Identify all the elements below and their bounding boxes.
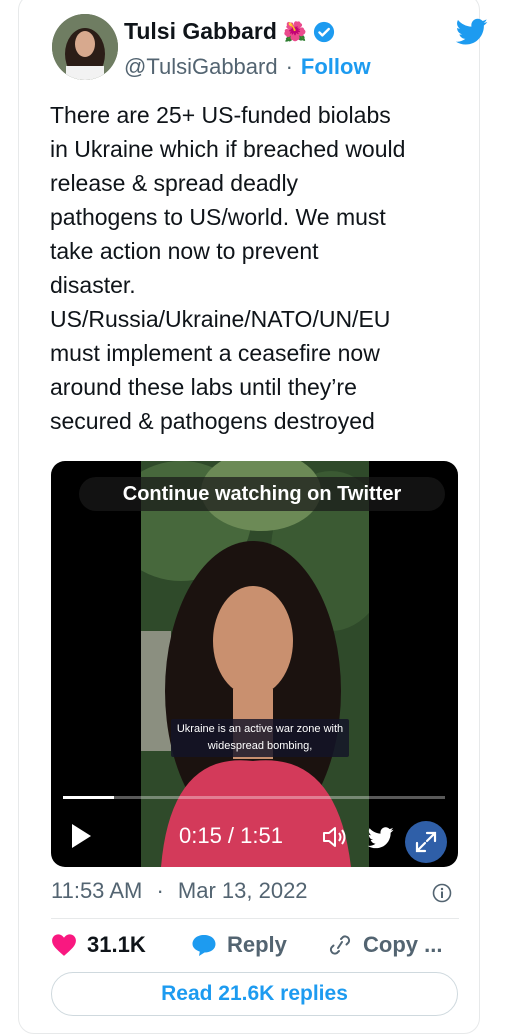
video-twitter-icon[interactable] [368, 827, 394, 849]
play-icon[interactable] [69, 823, 93, 849]
link-icon [329, 935, 351, 955]
expand-button[interactable] [405, 821, 447, 863]
reply-button[interactable]: Reply [191, 932, 287, 958]
tweet-actions: 31.1K Reply Copy ... [51, 932, 471, 964]
flower-emoji: 🌺 [282, 21, 307, 43]
tweet-timestamp[interactable]: 11:53 AM · Mar 13, 2022 [51, 878, 308, 904]
info-icon[interactable] [432, 883, 452, 903]
name-row: Tulsi Gabbard 🌺 [124, 18, 335, 45]
avatar[interactable] [52, 14, 118, 80]
author-handle[interactable]: @TulsiGabbard [124, 54, 278, 80]
twitter-bird-icon[interactable] [456, 18, 488, 46]
read-replies-button[interactable]: Read 21.6K replies [51, 972, 458, 1016]
like-count: 31.1K [87, 932, 146, 957]
copy-label: Copy ... [363, 932, 443, 957]
volume-icon[interactable] [321, 825, 347, 849]
video-progress-bar[interactable] [63, 796, 445, 799]
like-button[interactable]: 31.1K [51, 932, 146, 958]
verified-icon [313, 21, 334, 42]
expand-icon [415, 831, 437, 853]
continue-watching-banner[interactable]: Continue watching on Twitter [79, 477, 445, 511]
video-time: 0:15 / 1:51 [179, 823, 283, 848]
tweet-header: Tulsi Gabbard 🌺 @TulsiGabbard · Follow [0, 0, 508, 80]
author-name[interactable]: Tulsi Gabbard [124, 18, 277, 45]
tweet-date: Mar 13, 2022 [177, 878, 308, 903]
divider [51, 918, 459, 919]
video-caption: Ukraine is an active war zone with wides… [171, 719, 349, 757]
video-frame[interactable] [141, 461, 369, 867]
tweet-time: 11:53 AM [51, 878, 143, 903]
separator-dot: · [285, 54, 293, 79]
timestamp-separator: · [156, 878, 164, 903]
video-progress-fill [63, 796, 114, 799]
video-player[interactable]: Continue watching on Twitter Ukraine is … [51, 461, 458, 867]
heart-icon [52, 934, 76, 956]
copy-link-button[interactable]: Copy ... [327, 932, 442, 958]
follow-button[interactable]: Follow [301, 54, 371, 80]
reply-bubble-icon [192, 935, 216, 956]
handle-row: @TulsiGabbard · Follow [124, 54, 371, 80]
reply-label: Reply [227, 932, 287, 957]
tweet-text: There are 25+ US-funded biolabs in Ukrai… [50, 102, 406, 434]
